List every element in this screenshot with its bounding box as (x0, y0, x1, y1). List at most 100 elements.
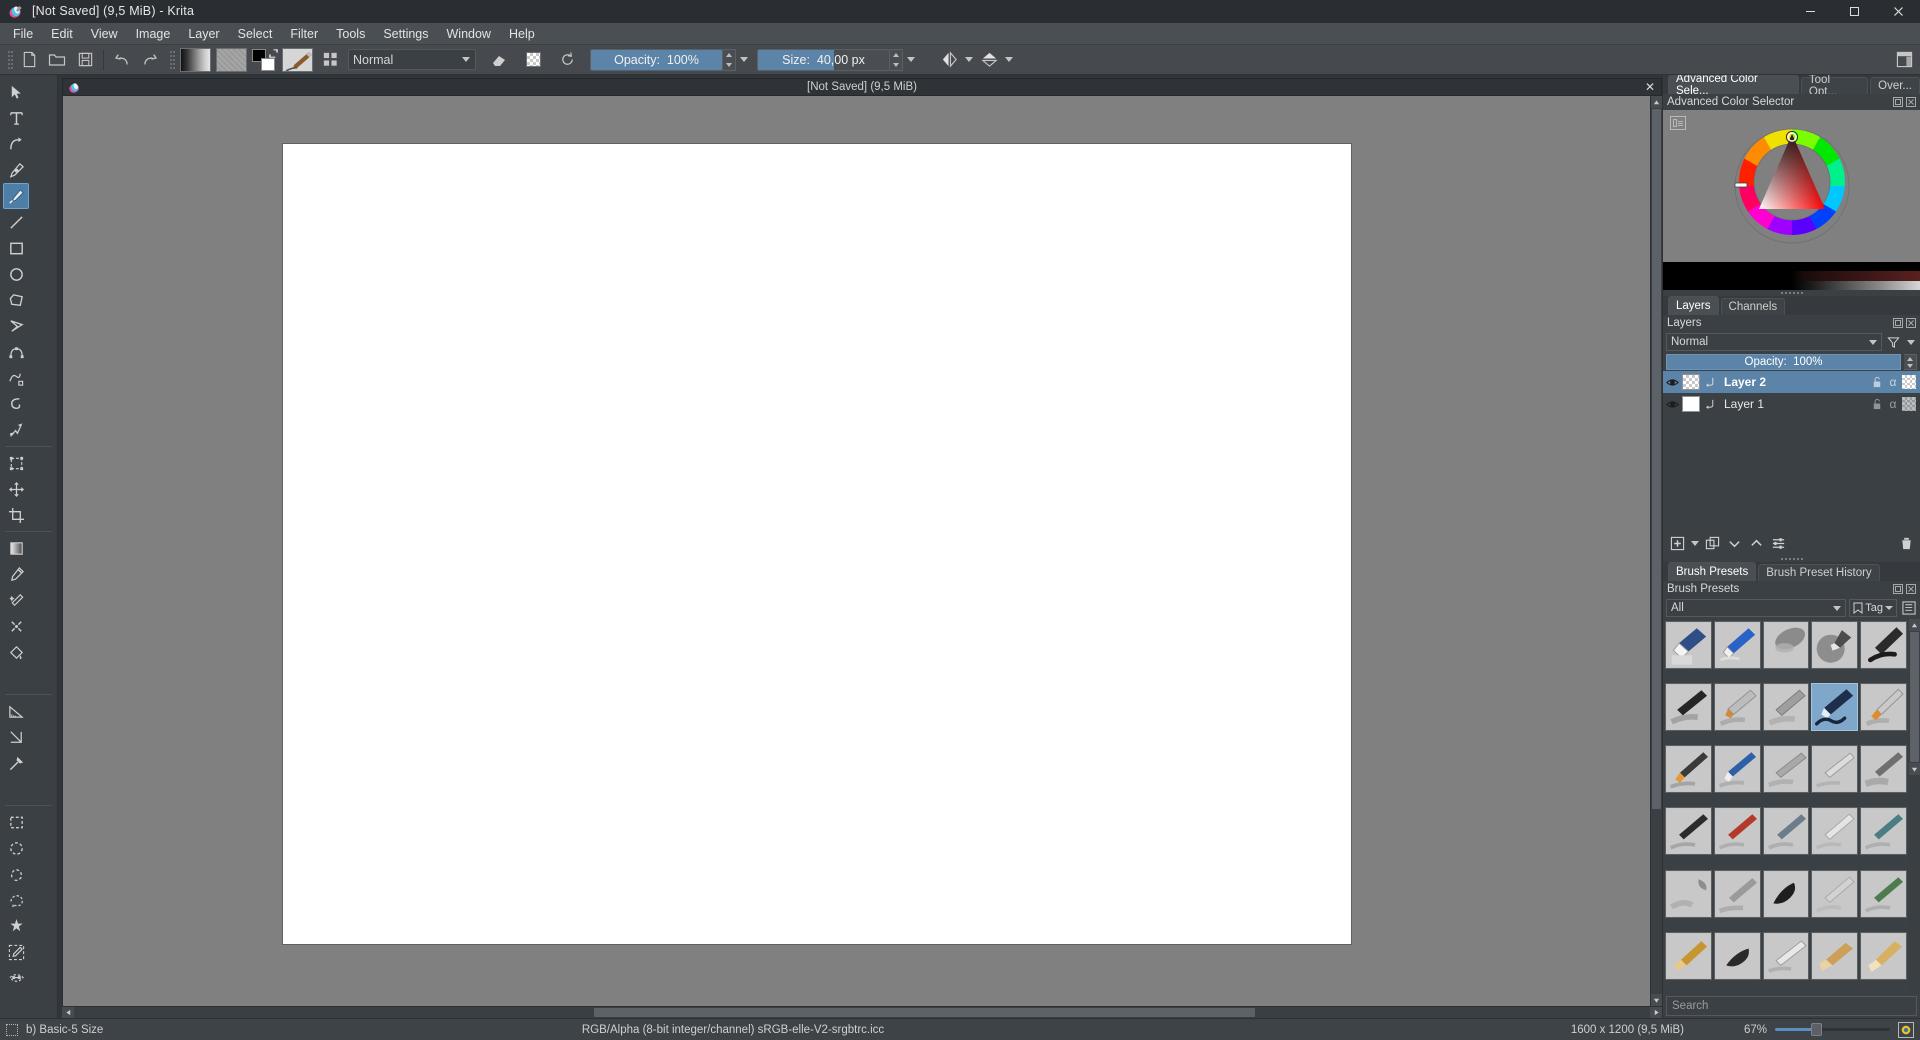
brush-preset-cell-selected[interactable] (1811, 683, 1859, 732)
tab-brush-preset-history[interactable]: Brush Preset History (1758, 564, 1880, 581)
color-wheel-triangle[interactable] (1663, 110, 1920, 262)
tool-select-shapes[interactable] (3, 79, 29, 105)
inherit-alpha-icon[interactable] (1703, 397, 1717, 411)
alpha-channel-icon[interactable] (1902, 375, 1916, 389)
tool-rectangle[interactable] (3, 235, 29, 261)
close-docker-icon[interactable] (1906, 97, 1916, 107)
horizontal-scroll-thumb[interactable] (594, 1008, 1256, 1017)
brush-preset-cell[interactable] (1860, 745, 1907, 794)
tool-similar-color-selection[interactable] (3, 939, 29, 965)
move-layer-up-button[interactable] (1746, 533, 1766, 553)
tool-bezier-selection[interactable] (3, 965, 29, 991)
float-docker-icon[interactable] (1893, 584, 1903, 594)
add-layer-button[interactable] (1667, 533, 1687, 553)
choose-workspace-button[interactable] (1890, 47, 1918, 73)
tool-freehand-path[interactable] (3, 365, 29, 391)
tool-fill[interactable] (3, 639, 29, 665)
canvas-vertical-scrollbar[interactable] (1650, 96, 1663, 1006)
opacity-dropdown-button[interactable] (736, 47, 752, 73)
toolbar-grip-2[interactable] (167, 49, 174, 71)
tool-polygonal-selection[interactable] (3, 861, 29, 887)
tool-selection-dummy[interactable] (3, 991, 29, 1017)
tool-assistant[interactable] (3, 750, 29, 776)
menu-view[interactable]: View (82, 23, 127, 45)
brush-preset-cell[interactable] (1860, 931, 1907, 980)
preserve-alpha-button[interactable] (519, 47, 547, 73)
tool-freehand-brush[interactable] (3, 183, 29, 209)
brush-preset-cell[interactable] (1665, 931, 1712, 980)
tool-gradient[interactable] (3, 535, 29, 561)
save-document-button[interactable] (71, 47, 99, 73)
close-document-icon[interactable]: ✕ (1642, 81, 1658, 93)
unlocked-icon[interactable] (1870, 397, 1884, 411)
canvas-paper[interactable] (283, 144, 1351, 944)
tab-channels[interactable]: Channels (1720, 298, 1786, 315)
brush-preset-cell[interactable] (1762, 807, 1810, 856)
brush-preset-cell[interactable] (1762, 745, 1810, 794)
menu-layer[interactable]: Layer (179, 23, 228, 45)
eraser-toggle-button[interactable] (485, 47, 513, 73)
size-spinner[interactable] (890, 48, 903, 71)
alpha-channel-icon[interactable] (1902, 397, 1916, 411)
brush-preset-cell[interactable] (1860, 683, 1907, 732)
color-shade-strips[interactable] (1663, 262, 1920, 290)
scroll-down-arrow-icon[interactable] (1909, 763, 1920, 775)
inherit-alpha-icon[interactable] (1703, 375, 1717, 389)
add-layer-dropdown[interactable] (1689, 533, 1700, 553)
tab-tool-options[interactable]: Tool Opt... (1800, 75, 1869, 98)
canvas-viewport[interactable] (62, 96, 1650, 1006)
size-dropdown-button[interactable] (903, 47, 919, 73)
close-docker-icon[interactable] (1906, 584, 1916, 594)
float-docker-icon[interactable] (1893, 97, 1903, 107)
open-document-button[interactable] (43, 47, 71, 73)
menu-tools[interactable]: Tools (327, 23, 374, 45)
float-docker-icon[interactable] (1893, 318, 1903, 328)
tool-color-sampler[interactable] (3, 561, 29, 587)
scroll-up-arrow-icon[interactable] (1909, 619, 1920, 631)
foreground-background-color-button[interactable] (249, 47, 279, 73)
scroll-right-arrow-icon[interactable] (1650, 1006, 1662, 1019)
close-docker-icon[interactable] (1906, 318, 1916, 328)
brush-preset-cell[interactable] (1713, 745, 1761, 794)
zoom-slider[interactable] (1775, 1023, 1890, 1036)
menu-filter[interactable]: Filter (281, 23, 327, 45)
reload-preset-button[interactable] (553, 47, 581, 73)
eye-visible-icon[interactable] (1665, 397, 1679, 411)
menu-window[interactable]: Window (438, 23, 500, 45)
tool-dynamic-brush[interactable] (3, 391, 29, 417)
advanced-color-selector[interactable] (1663, 110, 1920, 262)
opacity-control[interactable]: Opacity: 100% (590, 47, 752, 73)
menu-image[interactable]: Image (127, 23, 180, 45)
tool-ellipse[interactable] (3, 261, 29, 287)
scroll-left-arrow-icon[interactable] (62, 1006, 74, 1019)
brush-view-mode-button[interactable] (1900, 599, 1917, 617)
scroll-up-arrow-icon[interactable] (1650, 96, 1663, 108)
layer-blending-mode-combo[interactable]: Normal (1666, 333, 1882, 351)
tool-text[interactable] (3, 105, 29, 131)
brush-preset-cell[interactable] (1811, 807, 1859, 856)
shade-strip-3[interactable] (1663, 280, 1920, 290)
tool-edit-shapes[interactable] (3, 131, 29, 157)
layer-opacity-spinner[interactable] (1904, 354, 1917, 370)
maximize-button[interactable] (1832, 0, 1876, 23)
tool-measure[interactable] (3, 698, 29, 724)
mirror-vertical-button[interactable] (975, 47, 1003, 73)
brush-preset-cell[interactable] (1762, 869, 1810, 918)
alpha-lock-icon[interactable]: α (1886, 397, 1900, 411)
shade-strip-1[interactable] (1663, 262, 1920, 272)
delete-layer-button[interactable] (1896, 533, 1916, 553)
brush-tag-filter-combo[interactable]: All (1666, 599, 1847, 617)
menu-help[interactable]: Help (500, 23, 544, 45)
brush-preset-cell[interactable] (1811, 869, 1859, 918)
eye-visible-icon[interactable] (1665, 375, 1679, 389)
unlocked-icon[interactable] (1870, 375, 1884, 389)
brush-preset-cell[interactable] (1811, 621, 1859, 669)
tool-transform[interactable] (3, 450, 29, 476)
opacity-slider[interactable]: Opacity: 100% (590, 48, 723, 71)
brush-preset-cell[interactable] (1860, 869, 1907, 918)
tab-brush-presets[interactable]: Brush Presets (1668, 562, 1757, 581)
brush-scroll-thumb[interactable] (1910, 632, 1919, 762)
tool-contiguous-selection[interactable] (3, 913, 29, 939)
workspace-chooser-button[interactable] (315, 47, 345, 73)
tab-advanced-color-selector[interactable]: Advanced Color Sele... (1668, 75, 1799, 97)
